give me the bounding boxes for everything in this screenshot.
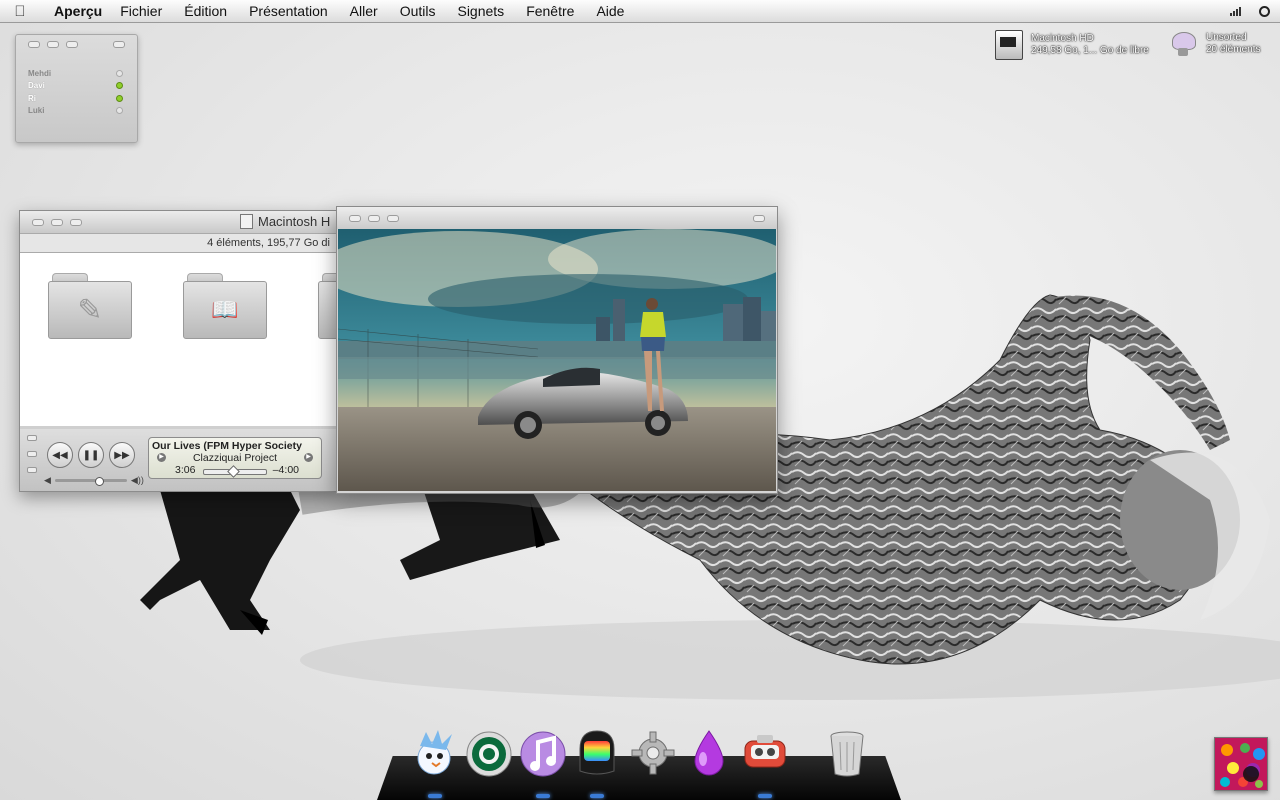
status-led-icon bbox=[116, 94, 123, 102]
remaining-time: –4:00 bbox=[272, 464, 299, 476]
progress-bar[interactable] bbox=[203, 465, 267, 478]
running-indicator bbox=[590, 794, 604, 798]
applications-folder-icon[interactable]: ✎ bbox=[48, 273, 132, 339]
buddy-list-widget: Mehdi Davi Ri Luki bbox=[15, 34, 138, 143]
volume-thumb[interactable] bbox=[94, 477, 104, 486]
buddy-item[interactable]: Ri bbox=[28, 92, 123, 105]
status-led-icon bbox=[116, 82, 123, 90]
menu-aller[interactable]: Aller bbox=[350, 3, 378, 19]
menu-aide[interactable]: Aide bbox=[596, 3, 624, 19]
trash-icon[interactable] bbox=[822, 726, 872, 780]
window-controls[interactable] bbox=[32, 219, 82, 226]
preview-image bbox=[338, 229, 776, 491]
preview-viewer-icon[interactable] bbox=[740, 726, 790, 780]
menu-signets[interactable]: Signets bbox=[457, 3, 504, 19]
progress-knob[interactable] bbox=[227, 465, 240, 478]
elapsed-time: 3:06 bbox=[175, 464, 196, 476]
buddy-name: Luki bbox=[28, 106, 45, 116]
minimize-button[interactable] bbox=[51, 219, 63, 226]
window-controls[interactable] bbox=[349, 215, 399, 222]
buddy-item[interactable]: Mehdi bbox=[28, 67, 123, 80]
window-controls[interactable] bbox=[28, 41, 78, 48]
finder-content: ✎ 📖 bbox=[20, 253, 336, 426]
desktop-unsorted-folder[interactable]: Unsorted 20 éléments bbox=[1168, 30, 1260, 58]
close-button[interactable] bbox=[349, 215, 361, 222]
volume-control: ◀ ◀)) bbox=[44, 475, 144, 486]
apple-menu-icon[interactable]:  bbox=[0, 3, 40, 20]
preview-window bbox=[336, 206, 778, 494]
buddy-item[interactable]: Davi bbox=[28, 80, 123, 93]
app-menu[interactable]: Aperçu bbox=[54, 3, 102, 19]
running-indicator bbox=[536, 794, 550, 798]
toolbar-toggle-button[interactable] bbox=[113, 41, 125, 48]
finder-status: 4 éléments, 195,77 Go di bbox=[20, 233, 336, 253]
itunes-mini-player: ◀◀ ❚❚ ▶▶ Our Lives (FPM Hyper Society ▶ … bbox=[20, 429, 336, 491]
status-led-icon bbox=[116, 69, 123, 77]
menu-bar:  Aperçu Fichier Édition Présentation Al… bbox=[0, 0, 1280, 23]
hd-name: Macintosh HD bbox=[1031, 33, 1094, 44]
library-folder-icon[interactable]: 📖 bbox=[183, 273, 267, 339]
daft-punk-helmet-icon[interactable] bbox=[572, 726, 622, 780]
window-title: Macintosh H bbox=[258, 214, 331, 229]
spotlight-icon[interactable] bbox=[1259, 5, 1270, 17]
volume-low-icon: ◀ bbox=[44, 475, 51, 485]
hd-info: 249,58 Go, 1... Go de libre bbox=[1031, 45, 1149, 56]
song-title: Our Lives (FPM Hyper Society bbox=[152, 440, 302, 452]
folder-info: 20 éléments bbox=[1206, 44, 1261, 55]
folder-name: Unsorted bbox=[1206, 32, 1247, 43]
menu-presentation[interactable]: Présentation bbox=[249, 3, 328, 19]
menu-fichier[interactable]: Fichier bbox=[120, 3, 162, 19]
system-preferences-gear-icon[interactable] bbox=[628, 726, 678, 780]
starbucks-icon[interactable] bbox=[464, 726, 514, 780]
menu-fenetre[interactable]: Fenêtre bbox=[526, 3, 574, 19]
bat-folder-icon bbox=[1168, 30, 1198, 58]
buddy-name: Davi bbox=[28, 81, 45, 91]
previous-track-button[interactable]: ◀◀ bbox=[47, 442, 73, 468]
zoom-button[interactable] bbox=[70, 219, 82, 226]
desktop-hd[interactable]: Macintosh HD 249,58 Go, 1... Go de libre bbox=[995, 30, 1149, 60]
finder-window: Macintosh H 4 éléments, 195,77 Go di ✎ 📖… bbox=[19, 210, 337, 492]
wifi-signal-icon[interactable] bbox=[1230, 6, 1241, 16]
close-button[interactable] bbox=[32, 219, 44, 226]
minimize-button[interactable] bbox=[368, 215, 380, 222]
menu-outils[interactable]: Outils bbox=[400, 3, 436, 19]
folder-icon[interactable] bbox=[318, 273, 336, 339]
volume-slider[interactable] bbox=[54, 477, 127, 486]
buddy-item[interactable]: Luki bbox=[28, 105, 123, 118]
finder-titlebar[interactable]: Macintosh H bbox=[20, 211, 336, 233]
toolbar-toggle-button[interactable] bbox=[753, 215, 765, 222]
volume-high-icon: ◀)) bbox=[130, 475, 144, 485]
running-indicator bbox=[758, 794, 772, 798]
purple-drop-icon[interactable] bbox=[684, 726, 734, 780]
hard-drive-icon bbox=[995, 30, 1023, 60]
now-playing-display: Our Lives (FPM Hyper Society ▶ Clazziqua… bbox=[148, 437, 322, 479]
buddy-name: Ri bbox=[28, 93, 36, 103]
pidgin-bird-icon[interactable] bbox=[410, 726, 460, 780]
buddy-name: Mehdi bbox=[28, 68, 52, 78]
itunes-icon[interactable] bbox=[518, 726, 568, 780]
switch-display-icon[interactable]: ▶ bbox=[304, 453, 313, 462]
menu-edition[interactable]: Édition bbox=[184, 3, 227, 19]
preview-titlebar[interactable] bbox=[337, 207, 777, 229]
zoom-button[interactable] bbox=[387, 215, 399, 222]
running-indicator bbox=[428, 794, 442, 798]
disk-proxy-icon[interactable] bbox=[240, 214, 253, 229]
song-artist: Clazziquai Project bbox=[192, 452, 278, 464]
album-art-thumbnail[interactable] bbox=[1214, 737, 1268, 791]
pause-button[interactable]: ❚❚ bbox=[78, 442, 104, 468]
next-track-button[interactable]: ▶▶ bbox=[109, 442, 135, 468]
status-led-icon bbox=[116, 107, 123, 115]
player-window-controls[interactable] bbox=[27, 435, 37, 473]
